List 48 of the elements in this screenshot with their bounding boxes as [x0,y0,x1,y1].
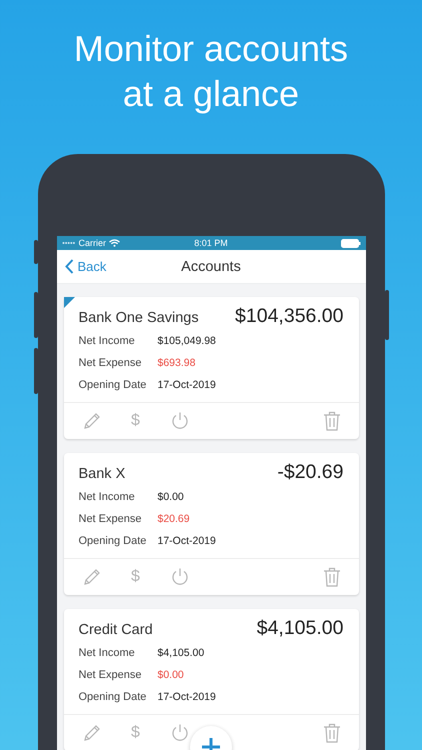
account-balance: $104,356.00 [235,305,344,328]
money-button[interactable]: $ [130,724,142,742]
money-button[interactable]: $ [130,412,142,430]
field-label: Net Income [78,335,136,347]
signal-icon [62,241,76,245]
field-label: Net Expense [78,357,142,369]
field-value: 17-Oct-2019 [158,691,216,703]
field-label: Net Income [78,647,136,659]
power-icon[interactable] [170,567,190,587]
field-label: Net Income [78,491,136,503]
account-name: Bank X [78,466,126,482]
wifi-icon [109,239,120,247]
money-button[interactable]: $ [130,568,142,586]
headline: Monitor accounts at a glance [72,27,350,116]
field-value: $0.00 [158,491,184,503]
back-button[interactable]: Back [56,259,114,274]
edit-icon[interactable] [82,411,102,431]
account-card[interactable]: Bank X -$20.69 Net Income $0.00 Net Expense $20.69 Opening Date 17-Oct-2019 $ [64,453,358,595]
trash-icon[interactable] [322,567,340,587]
edit-icon[interactable] [82,567,102,587]
account-balance: -$20.69 [277,461,344,484]
field-label: Opening Date [78,379,148,391]
trash-icon[interactable] [322,411,340,431]
field-label: Opening Date [78,691,148,703]
account-balance: $4,105.00 [256,617,344,640]
field-value: 17-Oct-2019 [158,535,216,547]
field-value: 17-Oct-2019 [158,379,216,391]
account-card[interactable]: Credit Card $4,105.00 Net Income $4,105.00 Net Expense $0.00 Opening Date 17-Oct-2019 $ [64,609,358,750]
field-value: $693.98 [158,357,196,369]
account-name: Credit Card [78,622,153,638]
power-icon[interactable] [170,411,190,431]
screen-title: Accounts [181,258,241,274]
battery-icon [340,238,360,248]
chevron-left-icon [64,259,74,274]
field-value: $20.69 [158,513,190,525]
field-value: $0.00 [158,669,184,681]
field-label: Opening Date [78,535,148,547]
status-time: 8:01 PM [194,238,228,248]
account-card[interactable]: Bank One Savings $104,356.00 Net Income $105,049.98 Net Expense $693.98 Opening Date 17-Oct-2019 $ [64,297,358,439]
edit-icon[interactable] [82,723,102,743]
field-label: Net Expense [78,513,142,525]
field-value: $105,049.98 [158,335,216,347]
account-name: Bank One Savings [78,310,199,326]
field-label: Net Expense [78,669,142,681]
power-icon[interactable] [170,723,190,743]
field-value: $4,105.00 [158,647,204,659]
trash-icon[interactable] [322,723,340,743]
carrier-label: Carrier [78,238,106,248]
